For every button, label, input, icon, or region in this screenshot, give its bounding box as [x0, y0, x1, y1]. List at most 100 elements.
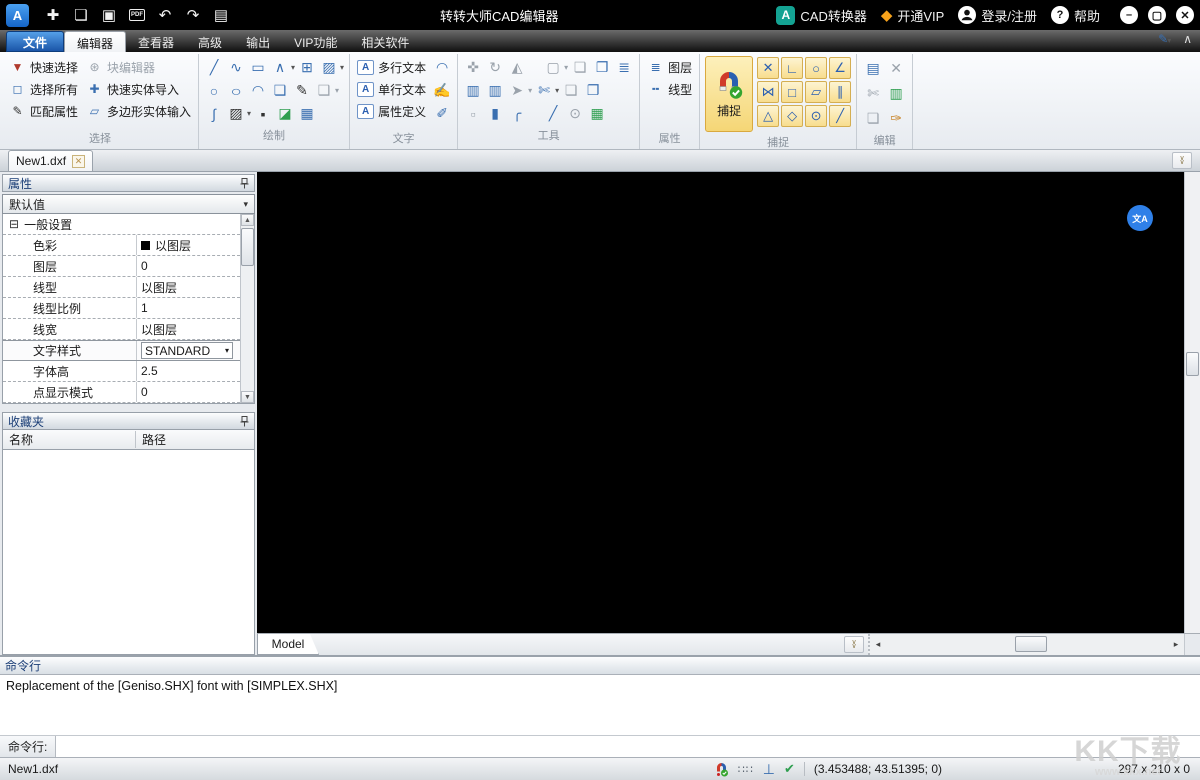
tray-button-1[interactable]: ▥: [463, 81, 483, 101]
arc-text-button[interactable]: ◠: [432, 58, 452, 78]
scale-dropdown[interactable]: ▾: [564, 63, 568, 72]
cursor-tool-button[interactable]: ➤: [507, 81, 527, 101]
command-input[interactable]: [56, 736, 1200, 757]
scale-tool-button[interactable]: ▢: [543, 58, 563, 78]
new-file-button[interactable]: ✚: [39, 3, 67, 27]
snap-intersection-button[interactable]: ✕: [757, 57, 780, 79]
favorites-col-path[interactable]: 路径: [136, 431, 166, 448]
pin-icon[interactable]: [240, 177, 249, 189]
group-tool-button[interactable]: ❑: [314, 81, 334, 101]
copy-entities-button-2[interactable]: ❏: [561, 81, 581, 101]
linetype-button[interactable]: ╍ 线型: [645, 78, 694, 100]
open-file-button[interactable]: ❏: [67, 3, 95, 27]
point-tool-button[interactable]: ▪: [253, 104, 273, 124]
tab-viewer[interactable]: 查看器: [126, 31, 186, 52]
match-properties-button[interactable]: ✎ 匹配属性: [7, 100, 80, 122]
pen-tool-button[interactable]: ✎: [292, 81, 312, 101]
help-button[interactable]: ? 帮助: [1050, 6, 1100, 25]
add-layer-button[interactable]: ▦: [587, 104, 607, 124]
quick-entity-import-button[interactable]: ✚ 快速实体导入: [84, 78, 193, 100]
vertical-scrollbar[interactable]: [1184, 172, 1200, 633]
paste-button[interactable]: ▤: [863, 58, 883, 78]
pin-icon[interactable]: [240, 415, 249, 427]
copy-entities-button[interactable]: ❏: [570, 58, 590, 78]
rotate-tool-button[interactable]: ↻: [485, 58, 505, 78]
table-tool-button[interactable]: ▦: [297, 104, 317, 124]
insert-block-button[interactable]: ⊞: [297, 58, 317, 78]
tab-editor[interactable]: 编辑器: [64, 31, 127, 52]
model-tab[interactable]: Model: [257, 634, 319, 655]
layout-chevron-button[interactable]: ∨ ∨: [844, 636, 864, 653]
chamfer-tool-button[interactable]: ╱: [543, 104, 563, 124]
select-all-button[interactable]: ◻ 选择所有: [7, 78, 80, 100]
vip-button[interactable]: ◆ 开通VIP: [881, 6, 945, 25]
snap-angle-button[interactable]: ∠: [829, 57, 852, 79]
properties-scrollbar[interactable]: ▲ ▼: [240, 214, 254, 403]
close-button[interactable]: ✕: [1176, 6, 1194, 24]
mirror-tool-button[interactable]: ◭: [507, 58, 527, 78]
ortho-status-icon[interactable]: ⊥: [763, 761, 775, 778]
osnap-status-icon[interactable]: ✔: [784, 761, 795, 777]
tab-related[interactable]: 相关软件: [349, 31, 421, 52]
tab-output[interactable]: 输出: [234, 31, 282, 52]
spline-tool-button[interactable]: ∫: [204, 104, 224, 124]
collapse-ribbon-button[interactable]: ∧: [1183, 32, 1192, 46]
offset-tool-button[interactable]: ▮: [485, 104, 505, 124]
property-row-color[interactable]: 色彩 以图层: [3, 235, 240, 256]
scroll-down-icon[interactable]: ▼: [241, 391, 254, 403]
property-row-layer[interactable]: 图层 0: [3, 256, 240, 277]
document-tab[interactable]: New1.dxf ✕: [8, 150, 94, 171]
snap-nearest-button[interactable]: ╱: [829, 105, 852, 127]
snap-endpoint-button[interactable]: □: [781, 81, 804, 103]
favorites-list[interactable]: [2, 450, 255, 655]
sketch-tool-button[interactable]: ∿: [226, 58, 246, 78]
move-tool-button[interactable]: ✜: [463, 58, 483, 78]
snap-midpoint-button[interactable]: △: [757, 105, 780, 127]
drawing-canvas[interactable]: 文A: [257, 172, 1184, 633]
attribute-define-button[interactable]: A 属性定义: [355, 100, 428, 122]
single-text-button[interactable]: A 单行文本: [355, 78, 428, 100]
close-document-icon[interactable]: ✕: [72, 154, 86, 168]
horizontal-scrollbar[interactable]: ◂ ▸: [868, 634, 1184, 655]
snap-parallel-button[interactable]: ∥: [829, 81, 852, 103]
polyline-tool-button[interactable]: ∧: [270, 58, 290, 78]
arc-tool-button[interactable]: ◠: [248, 81, 268, 101]
favorites-col-name[interactable]: 名称: [3, 431, 136, 448]
trim-dropdown[interactable]: ▾: [555, 86, 559, 95]
mtext-button[interactable]: A 多行文本: [355, 56, 428, 78]
quick-edit-button[interactable]: ✎▾: [1158, 32, 1171, 46]
wipeout-tool-button[interactable]: ❏: [270, 81, 290, 101]
image-tool-button[interactable]: ◪: [275, 104, 295, 124]
redo-button[interactable]: ↷: [179, 3, 207, 27]
print-button[interactable]: ▤: [207, 3, 235, 27]
text-style-dropdown[interactable]: STANDARD ▾: [141, 342, 233, 359]
property-row-linetype[interactable]: 线型 以图层: [3, 277, 240, 298]
group-dropdown[interactable]: ▾: [335, 86, 339, 95]
snap-polygon-button[interactable]: ▱: [805, 81, 828, 103]
property-row-lineweight[interactable]: 线宽 以图层: [3, 319, 240, 340]
snap-tangent-button[interactable]: ⊙: [805, 105, 828, 127]
snap-center-button[interactable]: ○: [805, 57, 828, 79]
tab-advanced[interactable]: 高级: [186, 31, 234, 52]
polyline-dropdown[interactable]: ▾: [291, 63, 295, 72]
export-pdf-button[interactable]: PDF: [123, 3, 151, 27]
property-row-point-mode[interactable]: 点显示模式 0: [3, 382, 240, 403]
snap-status-icon[interactable]: [714, 762, 729, 777]
property-row-linetype-scale[interactable]: 线型比例 1: [3, 298, 240, 319]
trim-tool-button[interactable]: ✄: [534, 81, 554, 101]
copy-button[interactable]: ❏: [863, 108, 883, 128]
vertical-scroll-thumb[interactable]: [1186, 352, 1199, 376]
property-row-text-style[interactable]: 文字样式 STANDARD ▾: [3, 340, 240, 361]
tray-button-2[interactable]: ▥: [485, 81, 505, 101]
ellipse-tool-button[interactable]: ○: [226, 81, 246, 101]
edit-text-button[interactable]: ✍: [432, 81, 452, 101]
fillet-tool-button[interactable]: ╭: [507, 104, 527, 124]
tab-vip[interactable]: VIP功能: [282, 31, 349, 52]
hatch-tool-button[interactable]: ▨: [226, 104, 246, 124]
horizontal-scroll-thumb[interactable]: [1015, 636, 1047, 652]
save-button[interactable]: ▣: [95, 3, 123, 27]
snap-toggle-button[interactable]: 捕捉: [705, 56, 754, 132]
external-ref-button-2[interactable]: ❐: [583, 81, 603, 101]
grid-status-icon[interactable]: ∷∷: [738, 763, 754, 776]
property-group-row[interactable]: ⊟ 一般设置: [3, 214, 240, 235]
